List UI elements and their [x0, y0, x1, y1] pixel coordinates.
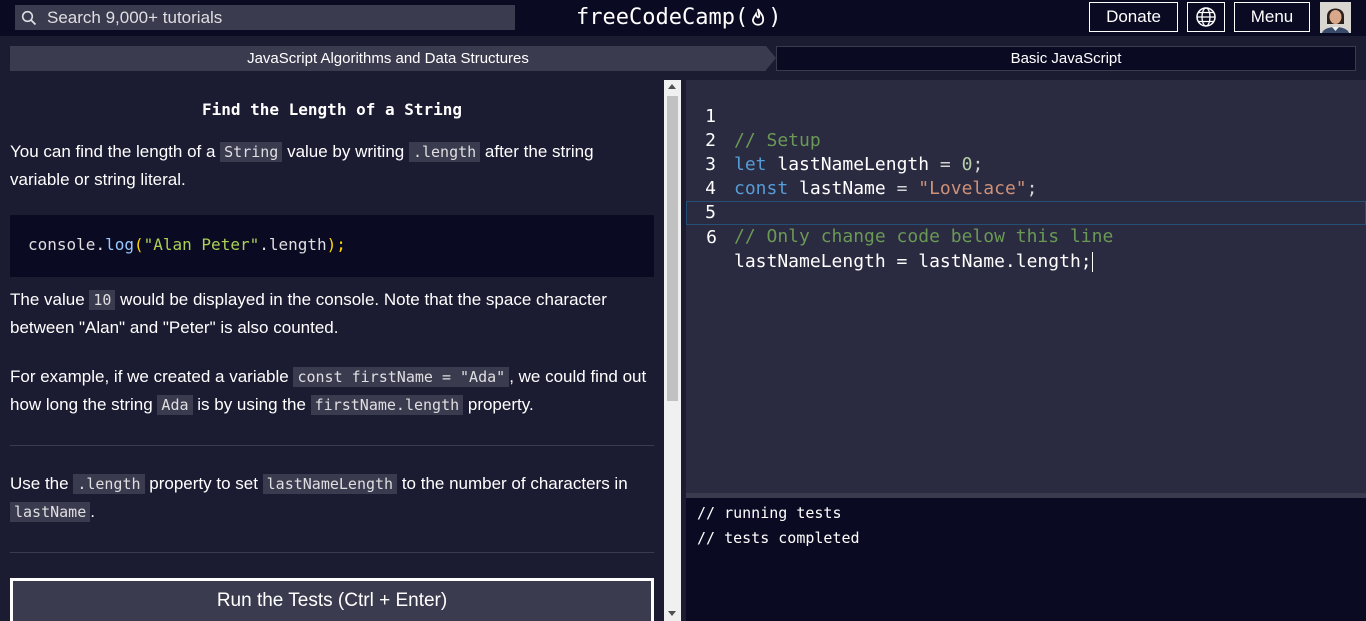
scroll-down-arrow-icon[interactable]	[668, 611, 676, 616]
code-token: .length	[259, 235, 327, 254]
breadcrumb-superblock[interactable]: JavaScript Algorithms and Data Structure…	[10, 46, 766, 71]
globe-icon	[1196, 7, 1216, 27]
text: Use the	[10, 474, 74, 493]
code-line: 2 let lastNameLength = 0;	[686, 105, 1366, 175]
inline-code: lastName	[10, 502, 91, 522]
line-content: lastNameLength = lastName.length;	[734, 250, 1093, 274]
breadcrumb-arrow	[766, 46, 776, 70]
code-token: .	[95, 235, 106, 254]
search-input[interactable]: Search 9,000+ tutorials	[15, 5, 515, 30]
code-token: lastNameLength = lastName.length;	[734, 251, 1092, 272]
code-line: 3 const lastName = "Lovelace";	[686, 129, 1366, 199]
code-line: 5 // Only change code below this line	[686, 177, 1366, 247]
task-paragraph: Use the .length property to set lastName…	[10, 470, 650, 526]
paragraph-3: For example, if we created a variable co…	[10, 363, 650, 419]
logo-text-left: freeCodeCamp(	[576, 5, 749, 30]
run-tests-button[interactable]: Run the Tests (Ctrl + Enter)	[10, 578, 654, 621]
menu-button[interactable]: Menu	[1234, 2, 1310, 32]
text-cursor	[1091, 252, 1093, 272]
text: to the number of characters in	[397, 474, 628, 493]
inline-code: 10	[89, 290, 116, 310]
code-token: // Only change code below this line	[734, 226, 1114, 247]
inline-code: firstName.length	[310, 395, 464, 415]
inline-code: .length	[408, 142, 481, 162]
challenge-title: Find the Length of a String	[201, 100, 463, 119]
divider	[10, 552, 654, 553]
text: .	[90, 502, 95, 521]
line-content: // Only change code below this line	[734, 225, 1113, 249]
text: value by writing	[282, 142, 409, 161]
console-line: // running tests	[697, 504, 842, 522]
inline-code: .length	[73, 474, 145, 494]
scroll-up-arrow-icon[interactable]	[668, 84, 676, 89]
logo-text-right: )	[768, 5, 782, 30]
text: property.	[463, 395, 534, 414]
text: For example, if we created a variable	[10, 367, 294, 386]
scrollbar-thumb[interactable]	[667, 96, 678, 401]
text: is by using the	[192, 395, 311, 414]
inline-code: Ada	[157, 395, 193, 415]
breadcrumb: JavaScript Algorithms and Data Structure…	[0, 36, 1366, 80]
instructions-scrollbar[interactable]	[664, 80, 681, 621]
code-line: 4	[686, 153, 1366, 199]
inline-code: const firstName = "Ada"	[293, 367, 510, 387]
avatar[interactable]	[1320, 2, 1351, 33]
donate-button[interactable]: Donate	[1089, 2, 1178, 32]
example-code-block: console.log("Alan Peter".length);	[10, 215, 654, 277]
user-avatar-image	[1320, 2, 1351, 33]
line-number: 6	[706, 227, 717, 248]
inline-code: String	[220, 142, 283, 162]
text: You can find the length of a	[10, 142, 221, 161]
paragraph-1: You can find the length of a String valu…	[10, 138, 650, 194]
code-token: );	[326, 235, 346, 254]
code-token: console	[28, 235, 96, 254]
code-token: log	[105, 235, 134, 254]
inline-code: lastNameLength	[262, 474, 398, 494]
code-token: "Alan Peter"	[143, 235, 260, 254]
console-line: // tests completed	[697, 529, 860, 547]
code-line-active: 6 lastNameLength = lastName.length;	[686, 201, 1366, 272]
text: The value	[10, 290, 90, 309]
top-navbar: Search 9,000+ tutorials freeCodeCamp( ) …	[0, 0, 1366, 36]
breadcrumb-block[interactable]: Basic JavaScript	[776, 46, 1356, 71]
code-line: 1 // Setup	[686, 81, 1366, 151]
search-icon	[21, 10, 37, 25]
language-button[interactable]	[1187, 2, 1225, 32]
text: property to set	[144, 474, 263, 493]
fire-icon	[752, 8, 765, 26]
output-console: // running tests // tests completed	[686, 498, 1366, 621]
search-placeholder: Search 9,000+ tutorials	[47, 7, 223, 27]
code-editor[interactable]: 1 // Setup 2 let lastNameLength = 0; 3 c…	[686, 80, 1366, 493]
divider	[10, 445, 654, 446]
instructions-pane: Find the Length of a String You can find…	[0, 80, 664, 621]
freecodecamp-logo[interactable]: freeCodeCamp( )	[576, 3, 781, 33]
paragraph-2: The value 10 would be displayed in the c…	[10, 286, 650, 342]
code-token: (	[133, 235, 144, 254]
